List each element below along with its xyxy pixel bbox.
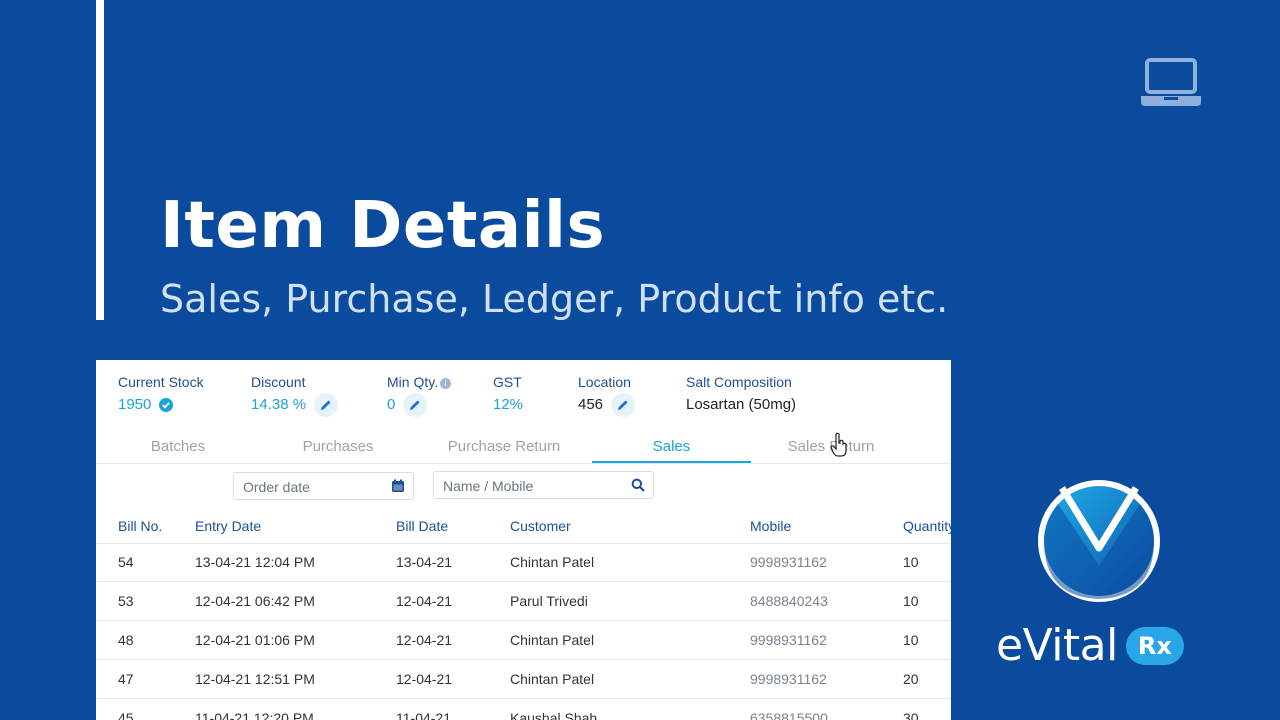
stat-label: Current Stock (118, 374, 204, 390)
hand-pointer-icon (830, 432, 847, 457)
stat-value: 1950 (118, 396, 152, 413)
accent-bar (96, 0, 104, 320)
stat-label: Discount (251, 374, 306, 390)
pencil-icon (618, 400, 628, 410)
cell-mobile: 9998931162 (750, 554, 827, 570)
tab-purchase-return[interactable]: Purchase Return (430, 432, 578, 461)
cell-entry-date: 13-04-21 12:04 PM (195, 554, 315, 570)
stat-gst: GST 12% (493, 372, 523, 418)
stat-value: 456 (578, 396, 604, 413)
table-row[interactable]: 53 12-04-21 06:42 PM 12-04-21 Parul Triv… (96, 582, 951, 621)
col-bill-date[interactable]: Bill Date (396, 513, 448, 539)
table-header: Bill No. Entry Date Bill Date Customer M… (96, 513, 951, 544)
calendar-icon[interactable] (391, 479, 405, 493)
cell-bill-date: 12-04-21 (396, 671, 453, 687)
stat-min-qty: Min Qty. i 0 (387, 372, 452, 418)
stat-current-stock: Current Stock 1950 (118, 372, 204, 418)
col-quantity[interactable]: Quantity (903, 513, 951, 539)
col-mobile[interactable]: Mobile (750, 513, 791, 539)
tab-batches[interactable]: Batches (108, 432, 248, 461)
laptop-icon (1141, 58, 1201, 106)
cell-quantity: 10 (903, 632, 919, 648)
cell-customer: Kaushal Shah (510, 710, 598, 720)
col-entry-date[interactable]: Entry Date (195, 513, 261, 539)
cell-bill-no: 54 (118, 554, 134, 570)
stat-label: GST (493, 374, 522, 390)
item-stats: Current Stock 1950 Discount 14.38 % Min … (96, 360, 951, 420)
cell-bill-date: 13-04-21 (396, 554, 453, 570)
col-bill-no[interactable]: Bill No. (118, 513, 162, 539)
cell-quantity: 10 (903, 593, 919, 609)
stat-label: Salt Composition (686, 374, 792, 390)
stat-value: 14.38 % (251, 396, 307, 413)
hero-subtitle: Sales, Purchase, Ledger, Product info et… (160, 277, 949, 321)
search-placeholder: Name / Mobile (443, 478, 534, 494)
search-field[interactable]: Name / Mobile (433, 471, 654, 499)
hero-title: Item Details (160, 189, 606, 263)
stat-location: Location 456 (578, 372, 636, 418)
evital-logo-icon (1038, 480, 1160, 602)
cell-bill-date: 11-04-21 (396, 710, 452, 720)
cell-mobile: 6358815500 (750, 710, 828, 720)
stat-salt-composition: Salt Composition Losartan (50mg) (686, 372, 796, 418)
table-row[interactable]: 54 13-04-21 12:04 PM 13-04-21 Chintan Pa… (96, 543, 951, 582)
cell-bill-no: 53 (118, 593, 134, 609)
stat-label: Location (578, 374, 631, 390)
stat-value: 0 (387, 396, 396, 413)
cell-quantity: 20 (903, 671, 919, 687)
cell-bill-no: 45 (118, 710, 134, 720)
tab-purchases[interactable]: Purchases (268, 432, 408, 461)
table-row[interactable]: 47 12-04-21 12:51 PM 12-04-21 Chintan Pa… (96, 660, 951, 699)
cell-mobile: 9998931162 (750, 632, 827, 648)
order-date-field[interactable]: Order date (233, 472, 414, 500)
table-row[interactable]: 48 12-04-21 01:06 PM 12-04-21 Chintan Pa… (96, 621, 951, 660)
evital-brand: eVital Rx (996, 620, 1184, 672)
cell-entry-date: 11-04-21 12:20 PM (195, 710, 314, 720)
tab-sales[interactable]: Sales (592, 432, 751, 463)
brand-name: eVital (996, 620, 1118, 671)
rx-badge: Rx (1125, 627, 1184, 665)
cell-entry-date: 12-04-21 01:06 PM (195, 632, 315, 648)
search-icon[interactable] (631, 478, 645, 492)
edit-min-qty-button[interactable] (403, 393, 428, 417)
pencil-icon (321, 400, 331, 410)
cell-quantity: 30 (903, 710, 919, 720)
check-circle-icon (159, 398, 174, 412)
cell-mobile: 8488840243 (750, 593, 828, 609)
cell-bill-no: 48 (118, 632, 134, 648)
pencil-icon (410, 400, 420, 410)
cell-entry-date: 12-04-21 12:51 PM (195, 671, 315, 687)
stat-value: 12% (493, 396, 524, 413)
cell-customer: Chintan Patel (510, 554, 595, 570)
col-customer[interactable]: Customer (510, 513, 571, 539)
order-date-placeholder: Order date (243, 479, 310, 495)
cell-customer: Parul Trivedi (510, 593, 588, 609)
cell-mobile: 9998931162 (750, 671, 827, 687)
cell-bill-no: 47 (118, 671, 134, 687)
table-row[interactable]: 45 11-04-21 12:20 PM 11-04-21 Kaushal Sh… (96, 699, 951, 720)
cell-bill-date: 12-04-21 (396, 593, 453, 609)
cell-customer: Chintan Patel (510, 671, 595, 687)
stat-label: Min Qty. (387, 374, 439, 390)
cell-bill-date: 12-04-21 (396, 632, 453, 648)
stat-discount: Discount 14.38 % (251, 372, 339, 418)
edit-location-button[interactable] (611, 393, 636, 417)
cell-quantity: 10 (903, 554, 919, 570)
cell-entry-date: 12-04-21 06:42 PM (195, 593, 315, 609)
stat-value: Losartan (50mg) (686, 396, 797, 413)
item-tabs: Batches Purchases Purchase Return Sales … (96, 432, 951, 464)
info-icon[interactable]: i (440, 377, 452, 389)
edit-discount-button[interactable] (314, 393, 339, 417)
cell-customer: Chintan Patel (510, 632, 595, 648)
item-details-panel: Current Stock 1950 Discount 14.38 % Min … (96, 360, 951, 720)
